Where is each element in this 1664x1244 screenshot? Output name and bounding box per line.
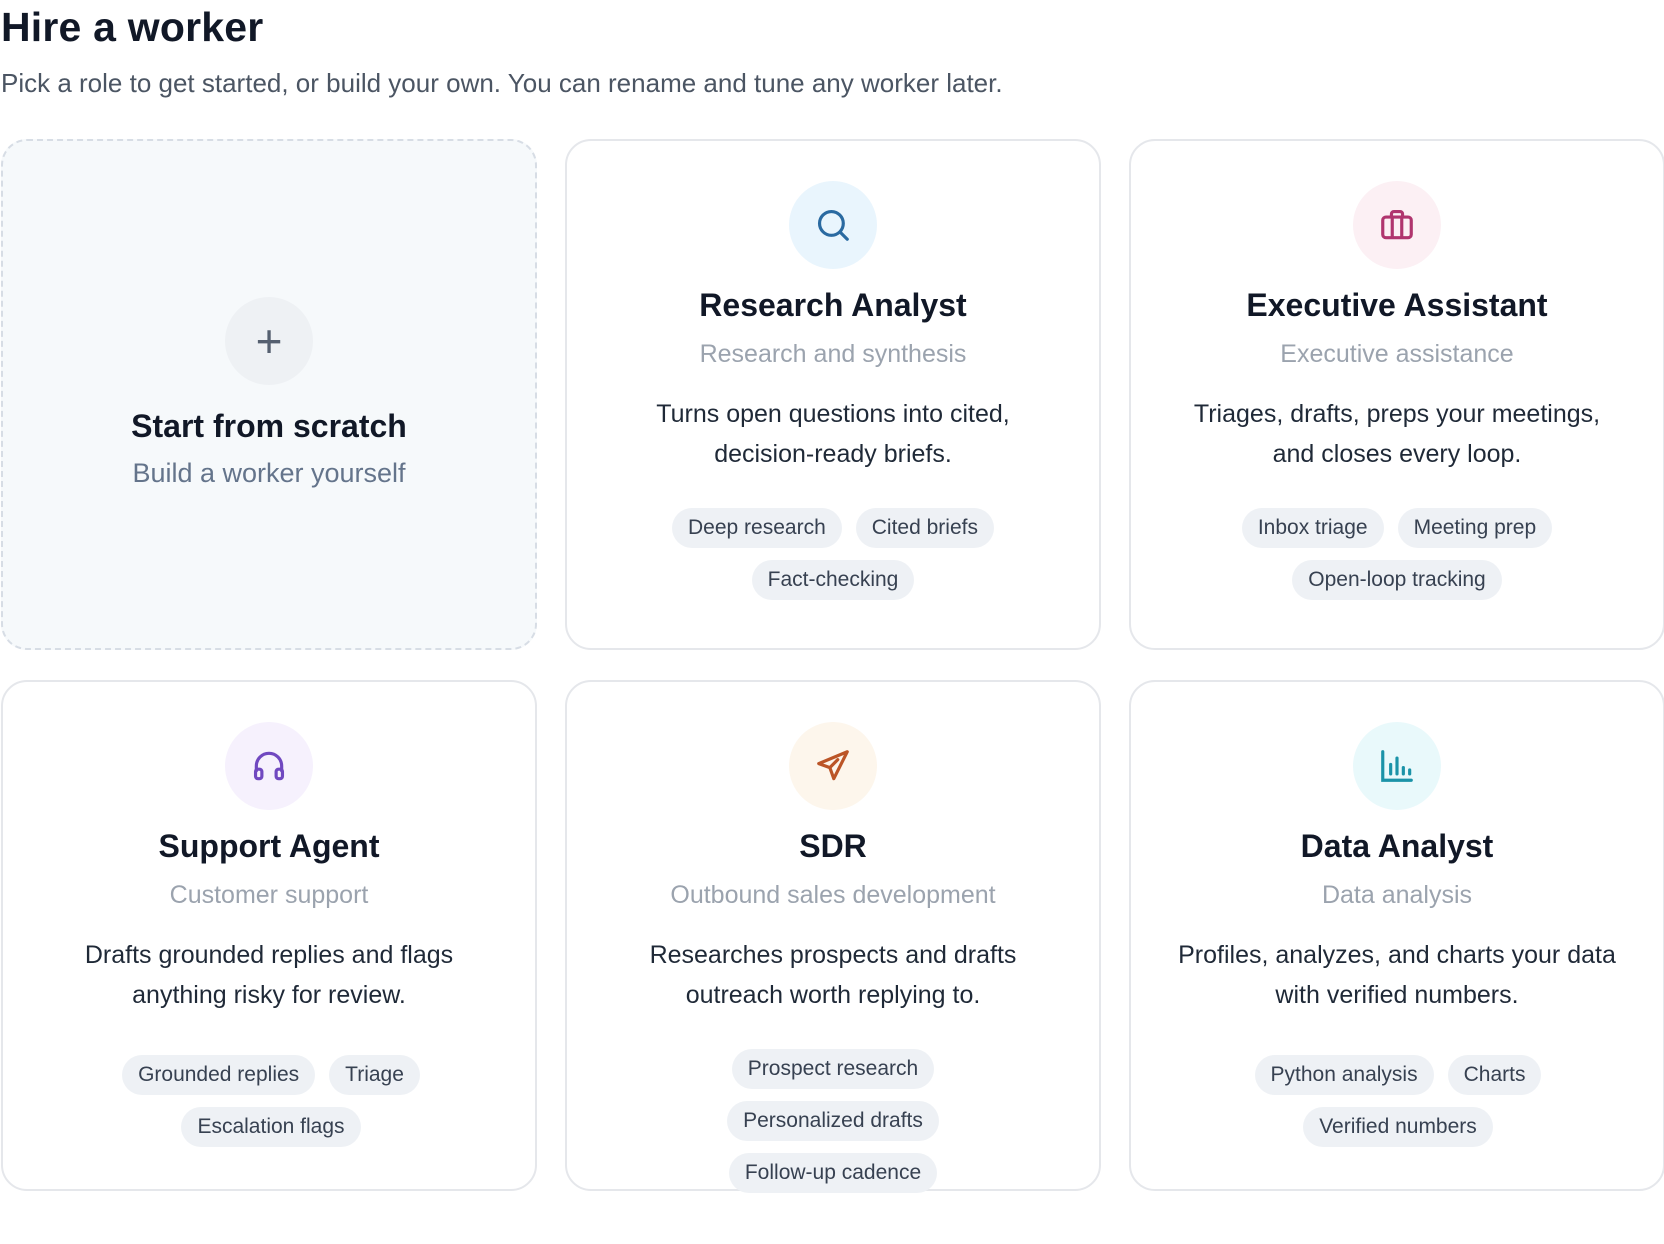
- card-category: Executive assistance: [1280, 340, 1514, 368]
- tag-list: Python analysis Charts Verified numbers: [1188, 1055, 1608, 1147]
- card-subtitle: Build a worker yourself: [132, 458, 406, 488]
- card-description: Turns open questions into cited, decisio…: [656, 400, 1010, 468]
- tag-chip: Deep research: [672, 508, 842, 548]
- card-category: Customer support: [169, 881, 369, 909]
- card-description: Researches prospects and drafts outreach…: [649, 941, 1017, 1009]
- headphones-icon: [225, 722, 313, 810]
- worker-card-data-analyst[interactable]: Data Analyst Data analysis Profiles, ana…: [1129, 680, 1664, 1191]
- tag-list: Deep research Cited briefs Fact-checking: [663, 508, 1003, 600]
- tag-list: Prospect research Personalized drafts Fo…: [703, 1049, 963, 1193]
- plus-icon: +: [225, 297, 313, 385]
- tag-chip: Personalized drafts: [727, 1101, 939, 1141]
- search-icon: [789, 181, 877, 269]
- page-title: Hire a worker: [1, 4, 264, 50]
- card-description: Triages, drafts, preps your meetings, an…: [1193, 400, 1601, 468]
- tag-chip: Prospect research: [731, 1049, 935, 1089]
- tag-chip: Charts: [1447, 1055, 1542, 1095]
- tag-chip: Follow-up cadence: [728, 1153, 938, 1193]
- tag-chip: Fact-checking: [751, 560, 915, 600]
- tag-chip: Verified numbers: [1303, 1107, 1493, 1147]
- tag-chip: Grounded replies: [122, 1055, 316, 1095]
- card-description: Profiles, analyzes, and charts your data…: [1178, 941, 1616, 1009]
- start-from-scratch-card[interactable]: + Start from scratch Build a worker your…: [1, 139, 537, 650]
- card-title: SDR: [799, 828, 867, 864]
- card-category: Outbound sales development: [670, 881, 996, 909]
- card-description: Drafts grounded replies and flags anythi…: [84, 941, 454, 1009]
- card-category: Data analysis: [1321, 881, 1473, 909]
- hire-worker-page: Hire a worker Pick a role to get started…: [0, 0, 1664, 1244]
- briefcase-icon: [1353, 181, 1441, 269]
- worker-card-sdr[interactable]: SDR Outbound sales development Researche…: [565, 680, 1101, 1193]
- card-category: Research and synthesis: [699, 340, 967, 368]
- card-title: Data Analyst: [1300, 828, 1494, 864]
- tag-chip: Python analysis: [1254, 1055, 1434, 1095]
- send-icon: [789, 722, 877, 810]
- worker-card-support-agent[interactable]: Support Agent Customer support Drafts gr…: [1, 680, 537, 1191]
- tag-chip: Inbox triage: [1241, 508, 1384, 548]
- worker-card-research-analyst[interactable]: Research Analyst Research and synthesis …: [565, 139, 1101, 650]
- bar-chart-icon: [1353, 722, 1441, 810]
- tag-chip: Open-loop tracking: [1292, 560, 1502, 600]
- worker-card-executive-assistant[interactable]: Executive Assistant Executive assistance…: [1129, 139, 1664, 650]
- card-title: Research Analyst: [699, 287, 967, 323]
- card-title: Start from scratch: [131, 408, 407, 444]
- page-subtitle: Pick a role to get started, or build you…: [1, 68, 1003, 98]
- tag-chip: Triage: [329, 1055, 420, 1095]
- tag-chip: Cited briefs: [855, 508, 994, 548]
- tag-list: Grounded replies Triage Escalation flags: [64, 1055, 478, 1147]
- tag-chip: Escalation flags: [181, 1107, 361, 1147]
- tag-chip: Meeting prep: [1397, 508, 1553, 548]
- tag-list: Inbox triage Meeting prep Open-loop trac…: [1227, 508, 1567, 600]
- card-title: Support Agent: [158, 828, 380, 864]
- card-title: Executive Assistant: [1246, 287, 1548, 323]
